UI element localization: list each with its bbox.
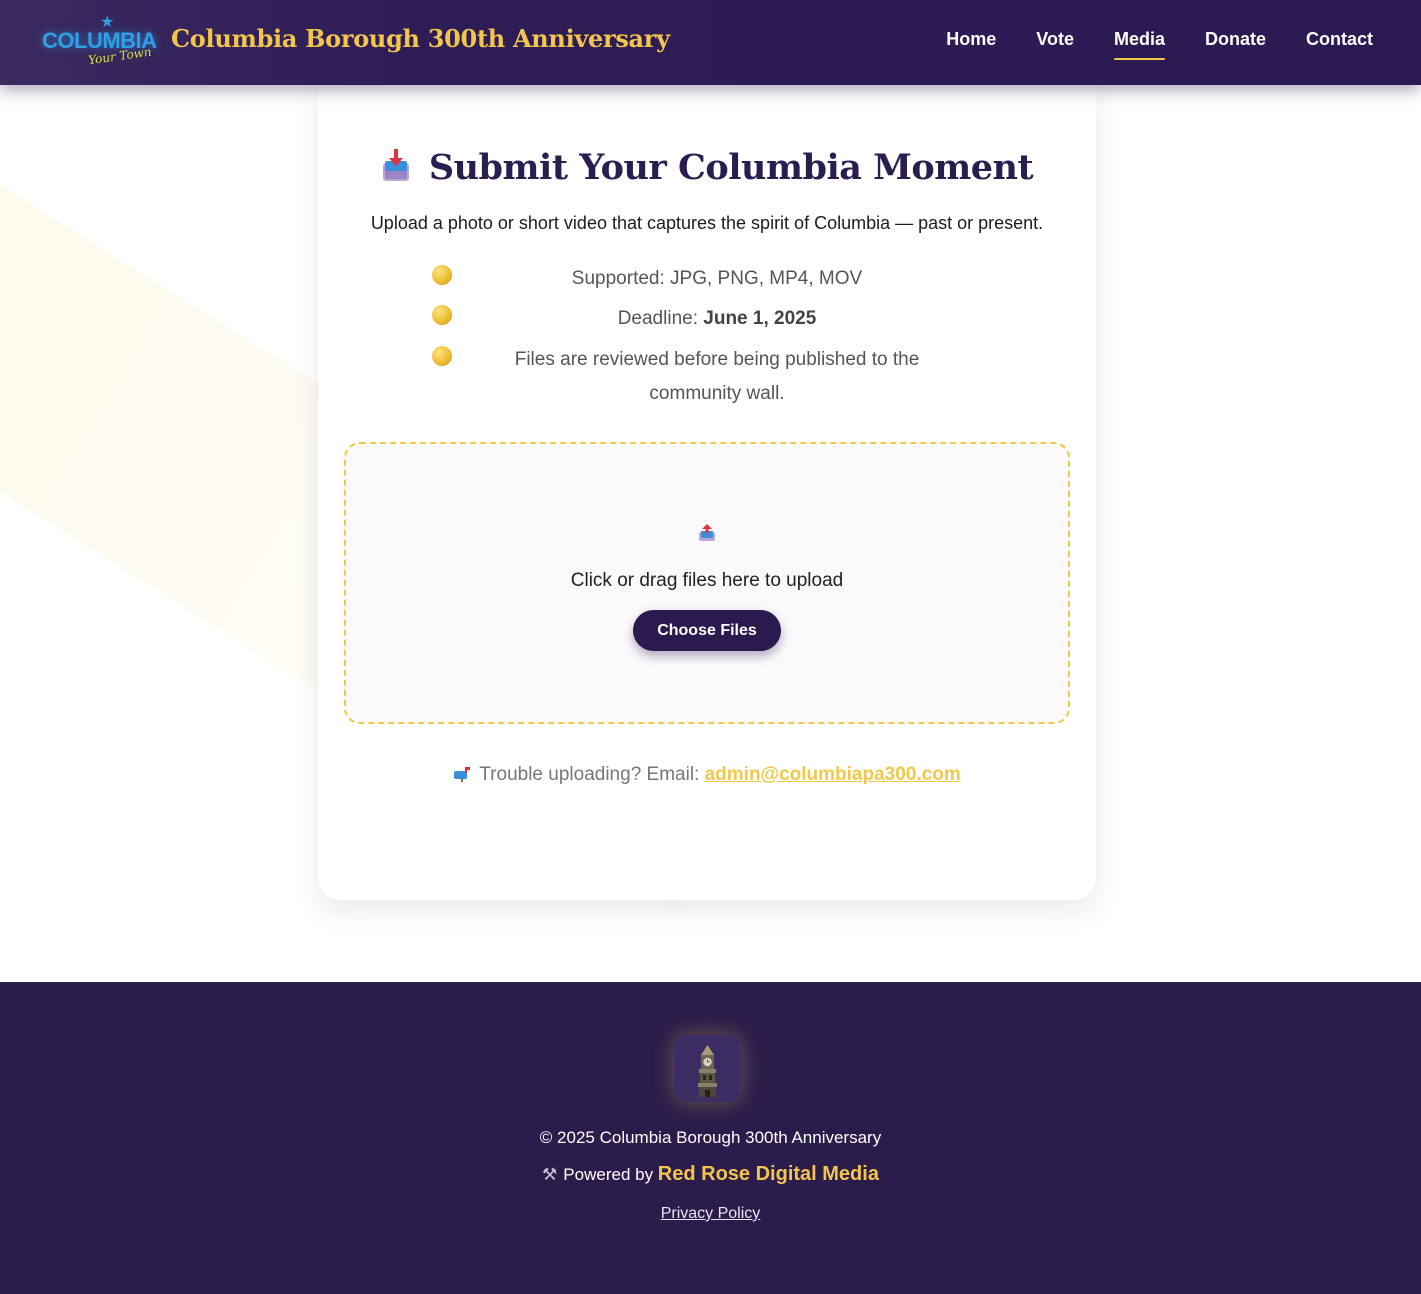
deadline-text: Deadline: June 1, 2025 — [472, 302, 962, 336]
columbia-logo[interactable]: ★ COLUMBIA Your Town — [42, 12, 157, 67]
bullet-dot-icon — [432, 265, 452, 285]
site-title: Columbia Borough 300th Anniversary — [171, 24, 670, 53]
list-item: Files are reviewed before being publishe… — [432, 343, 962, 411]
list-item: Supported: JPG, PNG, MP4, MOV — [432, 262, 962, 296]
upload-card: Submit Your Columbia Moment Upload a pho… — [318, 85, 1096, 900]
nav-contact[interactable]: Contact — [1306, 29, 1373, 60]
clock-tower-icon — [698, 1045, 717, 1097]
powered-prefix: Powered by — [563, 1165, 658, 1184]
outbox-upload-icon — [699, 524, 715, 541]
review-note: Files are reviewed before being publishe… — [514, 349, 920, 404]
page-description: Upload a photo or short video that captu… — [370, 213, 1044, 233]
nav-home[interactable]: Home — [946, 29, 996, 60]
site-header: ★ COLUMBIA Your Town Columbia Borough 30… — [0, 0, 1421, 85]
footer-emblem — [674, 1035, 741, 1102]
choose-files-button[interactable]: Choose Files — [633, 610, 781, 651]
nav-media[interactable]: Media — [1113, 29, 1165, 60]
bullet-dot-icon — [432, 305, 452, 325]
copyright-text: © 2025 Columbia Borough 300th Anniversar… — [539, 1128, 882, 1147]
nav-vote[interactable]: Vote — [1036, 29, 1074, 60]
trouble-text: Trouble uploading? Email: — [479, 764, 705, 785]
inbox-upload-icon — [382, 149, 409, 181]
site-footer: © 2025 Columbia Borough 300th Anniversar… — [0, 982, 1421, 1294]
dropzone-instructions: Click or drag files here to upload — [570, 570, 844, 591]
powered-brand: Red Rose Digital Media — [657, 1163, 879, 1185]
privacy-policy-link[interactable]: Privacy Policy — [661, 1205, 761, 1222]
deadline-date: June 1, 2025 — [703, 308, 817, 329]
deadline-label: Deadline: — [617, 308, 704, 329]
nav-donate[interactable]: Donate — [1205, 29, 1266, 60]
page-title: Submit Your Columbia Moment — [318, 147, 1096, 188]
list-item: Deadline: June 1, 2025 — [432, 302, 962, 336]
powered-by: ⚒ Powered by Red Rose Digital Media — [0, 1163, 1421, 1186]
supported-formats: Supported: JPG, PNG, MP4, MOV — [571, 268, 863, 289]
bullet-dot-icon — [432, 346, 452, 366]
support-email-link[interactable]: admin@columbiapa300.com — [705, 764, 961, 785]
main-nav: Home Vote Media Donate Contact — [946, 29, 1373, 60]
mailbox-icon — [454, 767, 471, 782]
page-title-text: Submit Your Columbia Moment — [428, 147, 1034, 188]
file-dropzone[interactable]: Click or drag files here to upload Choos… — [344, 442, 1070, 724]
privacy-row: Privacy Policy — [0, 1205, 1421, 1223]
tools-icon: ⚒ — [542, 1165, 558, 1184]
trouble-uploading-note: Trouble uploading? Email: admin@columbia… — [318, 764, 1096, 786]
